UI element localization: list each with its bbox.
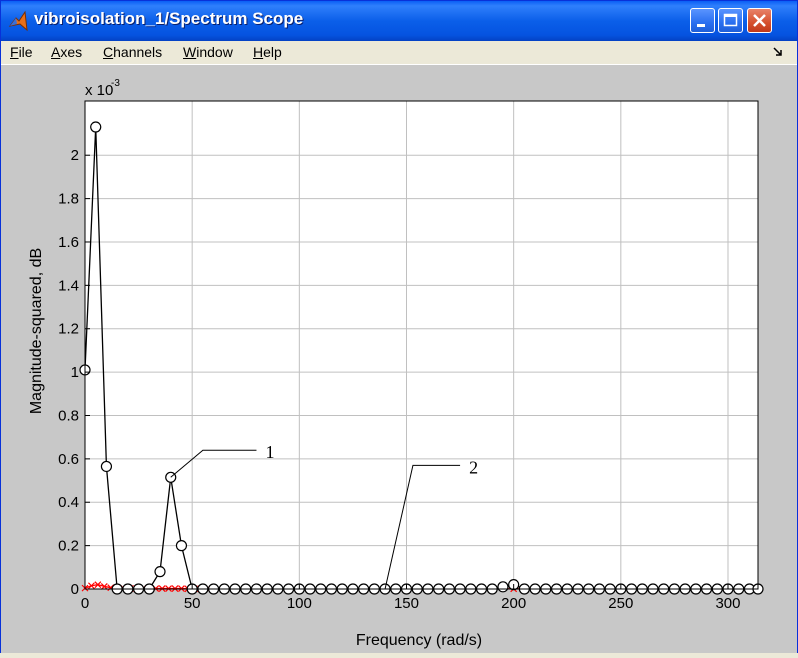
series-1-point — [497, 581, 509, 593]
window-title: vibroisolation_1/Spectrum Scope — [34, 9, 304, 28]
y-tick-label: 0.6 — [58, 451, 79, 468]
series-1-point — [100, 460, 113, 473]
menu-window[interactable]: Window — [183, 44, 233, 60]
y-axis-label: Magnitude-squared, dB — [28, 248, 45, 414]
annotation-label-2: 2 — [469, 457, 478, 477]
menu-channels[interactable]: Channels — [103, 44, 162, 60]
menu-help[interactable]: Help — [253, 44, 282, 60]
x-tick-label: 300 — [715, 595, 740, 612]
menu-axes[interactable]: Axes — [51, 44, 82, 60]
minimize-icon — [697, 24, 705, 27]
x-axis-label: Frequency (rad/s) — [356, 632, 482, 649]
y-tick-label: 1.2 — [58, 321, 79, 338]
y-tick-label: 0.2 — [58, 538, 79, 555]
y-tick-label: 1.4 — [58, 277, 79, 294]
y-exponent-power: -3 — [111, 78, 120, 89]
y-exponent-label: x 10 — [85, 82, 113, 99]
minimize-button[interactable] — [690, 8, 715, 33]
app-window: vibroisolation_1/Spectrum Scope File Axe… — [0, 0, 798, 653]
y-tick-label: 0 — [71, 581, 79, 598]
y-tick-label: 1.6 — [58, 234, 79, 251]
y-tick-label: 1 — [71, 364, 79, 381]
close-icon — [753, 14, 766, 27]
dock-arrow-icon[interactable] — [773, 47, 783, 57]
x-tick-label: 250 — [608, 595, 633, 612]
menu-bar: File Axes Channels Window Help — [1, 41, 797, 65]
y-tick-label: 0.4 — [58, 494, 79, 511]
menu-file[interactable]: File — [10, 44, 33, 60]
maximize-button[interactable] — [718, 8, 743, 33]
annotation-label-1: 1 — [265, 442, 274, 462]
plot-area[interactable] — [85, 101, 758, 589]
x-tick-label: 50 — [184, 595, 201, 612]
figure-area: 1 2 0 50 100 150 200 250 300 0 0.2 0.4 0.6 0.8 1 1.2 1.… — [1, 65, 797, 653]
y-tick-label: 2 — [71, 147, 79, 164]
maximize-icon — [723, 13, 738, 27]
title-bar[interactable]: vibroisolation_1/Spectrum Scope — [1, 1, 797, 41]
series-1-point — [175, 540, 188, 552]
x-tick-label: 100 — [287, 595, 312, 612]
y-tick-label: 1.8 — [58, 191, 79, 208]
series-1-point — [154, 566, 166, 578]
x-tick-label: 150 — [394, 595, 419, 612]
matlab-logo-icon — [8, 10, 28, 32]
spectrum-chart[interactable]: 1 2 0 50 100 150 200 250 300 0 0.2 0.4 0.6 0.8 1 1.2 1.… — [1, 65, 797, 653]
x-tick-label: 200 — [501, 595, 526, 612]
series-1-point — [90, 121, 102, 133]
x-tick-label: 0 — [81, 595, 89, 612]
y-tick-label: 0.8 — [58, 407, 79, 424]
close-button[interactable] — [747, 8, 772, 33]
